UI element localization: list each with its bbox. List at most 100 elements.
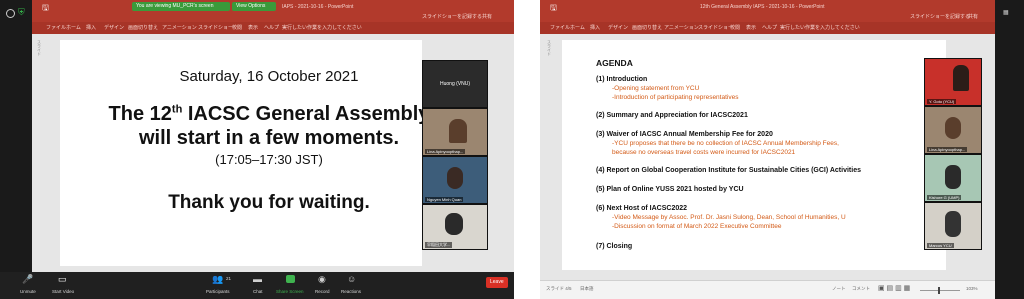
view-buttons[interactable]: ▣ ▤ ▥ ▦	[878, 284, 910, 292]
agenda-item: (4) Report on Global Cooperation Institu…	[596, 167, 861, 174]
record-icon[interactable]: ◉	[318, 275, 326, 284]
slide-title-line1: The 12th IACSC General Assembly	[60, 103, 478, 126]
video-tile[interactable]: Marcos YCU	[925, 203, 981, 249]
tab-slideshow[interactable]: スライドショー	[698, 24, 733, 31]
slide-title-suffix: IACSC General Assembly	[182, 103, 430, 125]
info-icon[interactable]	[6, 9, 15, 18]
slide-thumbnails-pane[interactable]: スライド	[36, 40, 48, 80]
tab-help[interactable]: ヘルプ	[264, 24, 279, 31]
start-video-button[interactable]: Start Video	[52, 289, 74, 294]
tab-review[interactable]: 校閲	[232, 24, 242, 31]
right-screen-share: 🖫 12th General Assembly IAPS - 2021-10-1…	[540, 0, 1024, 299]
left-screen-share: ⛨ 🖫 You are viewing MU_PCR's screen View…	[0, 0, 514, 299]
participant-avatar	[447, 167, 463, 189]
agenda-item: (1) Introduction	[596, 76, 648, 83]
video-tile[interactable]: Y. Goto (YCU)	[925, 59, 981, 105]
participant-label: Kishore G (UMP)	[927, 195, 962, 200]
shield-icon[interactable]: ⛨	[18, 8, 25, 17]
save-icon[interactable]: 🖫	[550, 2, 557, 16]
unmute-button[interactable]: Unmute	[20, 289, 36, 294]
agenda-item: (2) Summary and Appreciation for IACSC20…	[596, 112, 748, 119]
agenda-subitem: -Video Message by Assoc. Prof. Dr. Jasni…	[612, 214, 846, 221]
tell-me-search[interactable]: 実行したい作業を入力してください	[780, 24, 860, 31]
zoom-level[interactable]: 103%	[966, 286, 978, 291]
participant-label: Nguyen Minh Quan	[425, 197, 464, 202]
zoom-toolbar: 🎤 Unmute ▭ Start Video 👥 21 Participants…	[0, 272, 514, 299]
tab-file[interactable]: ファイル	[46, 24, 66, 31]
zoom-slider[interactable]	[920, 287, 960, 294]
participant-avatar	[945, 165, 961, 189]
microphone-muted-icon[interactable]: 🎤	[22, 275, 33, 284]
agenda-subitem: -Discussion on format of March 2022 Exec…	[612, 223, 782, 230]
ppt-status-bar: スライド 4/5 日本語 ノート コメント ▣ ▤ ▥ ▦ 103%	[540, 280, 995, 299]
notes-button[interactable]: ノート	[832, 286, 846, 292]
reactions-button[interactable]: Reactions	[341, 289, 361, 294]
viewing-banner-text: You are viewing MU_PCR's screen	[136, 3, 214, 9]
share-screen-button[interactable]: Share Screen	[276, 289, 304, 294]
agenda-title: AGENDA	[596, 58, 633, 68]
participant-avatar	[953, 65, 969, 91]
slide-date: Saturday, 16 October 2021	[179, 68, 359, 85]
ppt-file-title: IAPS - 2021-10-16 - PowerPoint	[282, 4, 354, 10]
participant-avatar	[449, 119, 467, 143]
slide-title-line2: will start in a few moments.	[138, 127, 400, 149]
tab-transitions[interactable]: 画面切り替え	[128, 24, 158, 31]
agenda-subitem: -Introduction of participating represent…	[612, 94, 739, 101]
tab-file[interactable]: ファイル	[550, 24, 570, 31]
tab-design[interactable]: デザイン	[104, 24, 124, 31]
reactions-icon[interactable]: ☺	[347, 275, 356, 284]
tab-animations[interactable]: アニメーション	[664, 24, 699, 31]
ppt-ribbon: 🖫 You are viewing MU_PCR's screen View O…	[32, 0, 514, 22]
save-icon[interactable]: 🖫	[42, 2, 49, 16]
participants-button[interactable]: Participants	[206, 289, 230, 294]
slide-canvas: AGENDA (1) Introduction -Opening stateme…	[562, 40, 946, 270]
tab-insert[interactable]: 挿入	[590, 24, 600, 31]
tell-me-search[interactable]: 実行したい作業を入力してください	[282, 24, 362, 31]
chat-button[interactable]: Chat	[253, 289, 263, 294]
video-tile[interactable]: 早稲田大学...	[423, 205, 487, 249]
share-screen-icon[interactable]	[286, 275, 295, 283]
video-tile[interactable]: Lina Apinyoopthap...	[423, 109, 487, 155]
agenda-item: (5) Plan of Online YUSS 2021 hosted by Y…	[596, 186, 744, 193]
video-tile[interactable]: Lina Apinyoopthap...	[925, 107, 981, 153]
participants-icon[interactable]: 👥	[212, 275, 223, 284]
tab-home[interactable]: ホーム	[570, 24, 585, 31]
chat-icon[interactable]: ▬	[253, 275, 262, 284]
tab-help[interactable]: ヘルプ	[762, 24, 777, 31]
tab-insert[interactable]: 挿入	[86, 24, 96, 31]
tab-home[interactable]: ホーム	[66, 24, 81, 31]
view-options-button[interactable]: View Options	[232, 2, 276, 11]
video-off-icon[interactable]: ▭	[58, 275, 67, 284]
video-tile[interactable]: Nguyen Minh Quan	[423, 157, 487, 203]
slide-time: (17:05–17:30 JST)	[215, 152, 323, 167]
agenda-item: (6) Next Host of IACSC2022	[596, 205, 688, 212]
view-options-label: View Options	[236, 3, 266, 9]
ppt-file-title: 12th General Assembly IAPS - 2021-10-16 …	[700, 4, 825, 10]
share-button[interactable]: 共有	[968, 13, 978, 20]
share-button[interactable]: 共有	[482, 13, 492, 20]
tab-transitions[interactable]: 画面切り替え	[632, 24, 662, 31]
slide-thanks: Thank you for waiting.	[168, 192, 370, 213]
grid-view-icon[interactable]: ▦	[1003, 9, 1009, 16]
tab-view[interactable]: 表示	[248, 24, 258, 31]
leave-button[interactable]: Leave	[486, 277, 508, 288]
participant-label: 早稲田大学...	[425, 242, 453, 248]
slide-canvas: Saturday, 16 October 2021 The 12th IACSC…	[60, 40, 429, 266]
record-slideshow-text[interactable]: スライドショーを記録する	[422, 13, 482, 20]
tab-design[interactable]: デザイン	[608, 24, 628, 31]
tab-slideshow[interactable]: スライドショー	[198, 24, 233, 31]
record-slideshow-text[interactable]: スライドショーを記録する	[910, 13, 970, 20]
tab-review[interactable]: 校閲	[730, 24, 740, 31]
slide-thumbnails-pane[interactable]: スライド	[546, 40, 558, 80]
record-button[interactable]: Record	[315, 289, 330, 294]
agenda-subitem: because no overseas travel costs were in…	[612, 149, 796, 156]
video-tile[interactable]: Huong (VNU)	[423, 61, 487, 107]
tab-animations[interactable]: アニメーション	[162, 24, 197, 31]
comments-button[interactable]: コメント	[852, 286, 870, 292]
video-tile[interactable]: Kishore G (UMP)	[925, 155, 981, 201]
language-indicator[interactable]: 日本語	[580, 286, 594, 292]
agenda-item: (7) Closing	[596, 243, 633, 250]
tab-view[interactable]: 表示	[746, 24, 756, 31]
slide-title-prefix: The 12	[108, 103, 172, 125]
zoom-slider-thumb[interactable]	[938, 287, 940, 294]
